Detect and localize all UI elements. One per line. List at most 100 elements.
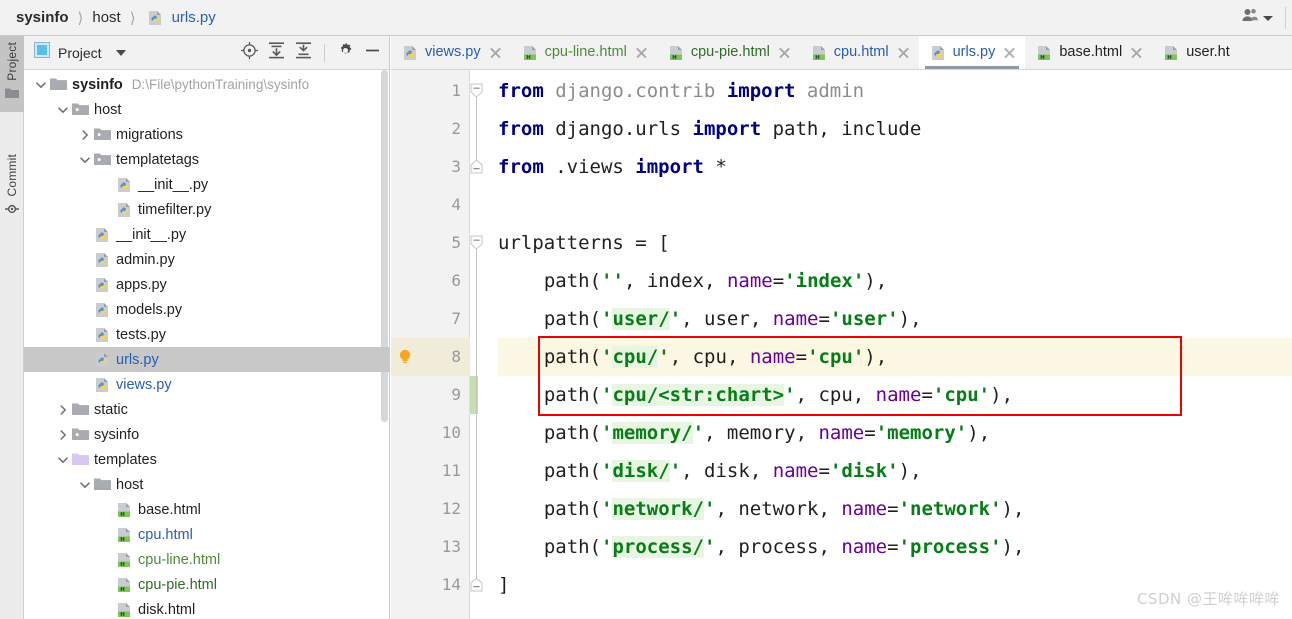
chevron-right-icon[interactable]: [78, 128, 92, 142]
code-line[interactable]: from django.contrib import admin: [498, 72, 864, 110]
tree-node-urls-py[interactable]: urls.py: [24, 347, 389, 372]
html-file-icon: H: [116, 552, 133, 568]
titlebar-right-controls: [1233, 0, 1292, 35]
editor-tab-bar[interactable]: views.py Hcpu-line.html Hcpu-pie.html Hcpu.…: [391, 36, 1292, 70]
code-line[interactable]: urlpatterns = [: [498, 224, 670, 262]
intention-bulb-icon[interactable]: [396, 348, 414, 366]
breadcrumb-item-project[interactable]: sysinfo: [12, 8, 73, 27]
toolbar-divider: [1285, 6, 1286, 29]
code-line[interactable]: path('process/', process, name='process'…: [498, 528, 1024, 566]
html-file-icon: H: [1163, 45, 1180, 61]
chevron-right-icon[interactable]: [56, 428, 70, 442]
close-icon[interactable]: [1003, 46, 1016, 59]
tree-node-templates[interactable]: templates: [24, 447, 389, 472]
tree-node-models-py[interactable]: models.py: [24, 297, 389, 322]
chevron-down-icon[interactable]: [56, 103, 70, 117]
tree-node-label: base.html: [138, 501, 201, 518]
python-file-icon: [94, 377, 111, 393]
tool-tab-commit[interactable]: Commit: [0, 148, 24, 229]
chevron-down-icon[interactable]: [34, 78, 48, 92]
tree-node-disk-html[interactable]: Hdisk.html: [24, 597, 389, 619]
code-editor[interactable]: 1 2 3 4 5 6 7 8 9 10 11 12 13 14 from django.contrib …: [391, 70, 1292, 619]
tree-node-cpu-pie-html[interactable]: Hcpu-pie.html: [24, 572, 389, 597]
code-line[interactable]: path('cpu/<str:chart>', cpu, name='cpu')…: [498, 376, 1013, 414]
code-line[interactable]: path('memory/', memory, name='memory'),: [498, 414, 990, 452]
code-line[interactable]: from .views import *: [498, 148, 727, 186]
line-number: 11: [441, 461, 461, 480]
tree-node-label: __init__.py: [116, 226, 187, 243]
tool-tab-commit-label: Commit: [5, 154, 19, 197]
editor-tab-label: urls.py: [952, 44, 996, 61]
tree-node-sysinfo[interactable]: sysinfo: [24, 422, 389, 447]
tool-tab-project[interactable]: Project: [0, 36, 24, 112]
svg-text:H: H: [120, 512, 125, 518]
minimize-icon[interactable]: [364, 42, 383, 64]
editor-tab-views-py[interactable]: views.py: [391, 36, 511, 69]
html-file-icon: H: [116, 527, 133, 543]
code-line[interactable]: from django.urls import path, include: [498, 110, 921, 148]
editor-tab-cpu-pie-html[interactable]: Hcpu-pie.html: [657, 36, 800, 69]
editor-tab-urls-py[interactable]: urls.py: [918, 36, 1026, 69]
chevron-down-icon[interactable]: [56, 453, 70, 467]
fold-region-end-icon[interactable]: [470, 159, 483, 174]
editor-gutter[interactable]: 1 2 3 4 5 6 7 8 9 10 11 12 13 14: [391, 70, 470, 619]
close-icon[interactable]: [1130, 46, 1143, 59]
tree-node-host[interactable]: host: [24, 472, 389, 497]
chevron-down-icon[interactable]: [115, 49, 126, 56]
code-line[interactable]: path('user/', user, name='user'),: [498, 300, 922, 338]
code-line[interactable]: path('network/', network, name='network'…: [498, 490, 1024, 528]
tree-node-sysinfo[interactable]: sysinfo D:\File\pythonTraining\sysinfo: [24, 72, 389, 97]
tree-node-cpu-line-html[interactable]: Hcpu-line.html: [24, 547, 389, 572]
chevron-down-icon[interactable]: [78, 478, 92, 492]
tree-node-templatetags[interactable]: templatetags: [24, 147, 389, 172]
project-file-tree[interactable]: sysinfo D:\File\pythonTraining\sysinfo hos…: [24, 70, 389, 619]
code-line[interactable]: path('', index, name='index'),: [498, 262, 887, 300]
tree-node-host[interactable]: host: [24, 97, 389, 122]
fold-region-start-icon[interactable]: [470, 235, 483, 250]
chevron-down-icon[interactable]: [78, 153, 92, 167]
python-file-icon: [116, 202, 133, 218]
code-line[interactable]: path('cpu/', cpu, name='cpu'),: [498, 338, 887, 376]
tree-node-admin-py[interactable]: admin.py: [24, 247, 389, 272]
close-icon[interactable]: [635, 46, 648, 59]
editor-tab-cpu-html[interactable]: Hcpu.html: [800, 36, 919, 69]
editor-tab-user-ht[interactable]: Huser.ht: [1152, 36, 1239, 69]
line-number: 2: [451, 119, 461, 138]
tree-node-label: models.py: [116, 301, 183, 318]
collapse-all-icon[interactable]: [295, 41, 312, 64]
code-line[interactable]: path('disk/', disk, name='disk'),: [498, 452, 922, 490]
tree-node-cpu-html[interactable]: Hcpu.html: [24, 522, 389, 547]
breadcrumb-item-file[interactable]: urls.py: [168, 8, 220, 27]
tree-node--init-py[interactable]: __init__.py: [24, 172, 389, 197]
tree-node-migrations[interactable]: migrations: [24, 122, 389, 147]
user-avatar-icon: [1241, 7, 1259, 28]
breadcrumb-item-package[interactable]: host: [88, 8, 124, 27]
tree-node--init-py[interactable]: __init__.py: [24, 222, 389, 247]
fold-region-start-icon[interactable]: [470, 83, 483, 98]
close-icon[interactable]: [897, 46, 910, 59]
tree-node-label: migrations: [116, 126, 183, 143]
code-line[interactable]: ]: [498, 566, 509, 604]
tree-node-apps-py[interactable]: apps.py: [24, 272, 389, 297]
code-content[interactable]: from django.contrib import admin from dja…: [498, 70, 1292, 619]
toolbar-divider: [324, 43, 325, 62]
locate-icon[interactable]: [241, 41, 258, 64]
tree-node-tests-py[interactable]: tests.py: [24, 322, 389, 347]
fold-region-end-icon[interactable]: [470, 577, 483, 592]
settings-gear-icon[interactable]: [337, 42, 354, 64]
tree-node-base-html[interactable]: Hbase.html: [24, 497, 389, 522]
editor-tab-base-html[interactable]: Hbase.html: [1025, 36, 1152, 69]
tree-node-views-py[interactable]: views.py: [24, 372, 389, 397]
tree-node-static[interactable]: static: [24, 397, 389, 422]
editor-tab-cpu-line-html[interactable]: Hcpu-line.html: [511, 36, 657, 69]
editor-gutter-icons[interactable]: [470, 70, 498, 619]
expand-all-icon[interactable]: [268, 41, 285, 64]
close-icon[interactable]: [778, 46, 791, 59]
close-icon[interactable]: [489, 46, 502, 59]
chevron-right-icon[interactable]: [56, 403, 70, 417]
tree-node-timefilter-py[interactable]: timefilter.py: [24, 197, 389, 222]
user-account-menu[interactable]: [1233, 0, 1281, 35]
